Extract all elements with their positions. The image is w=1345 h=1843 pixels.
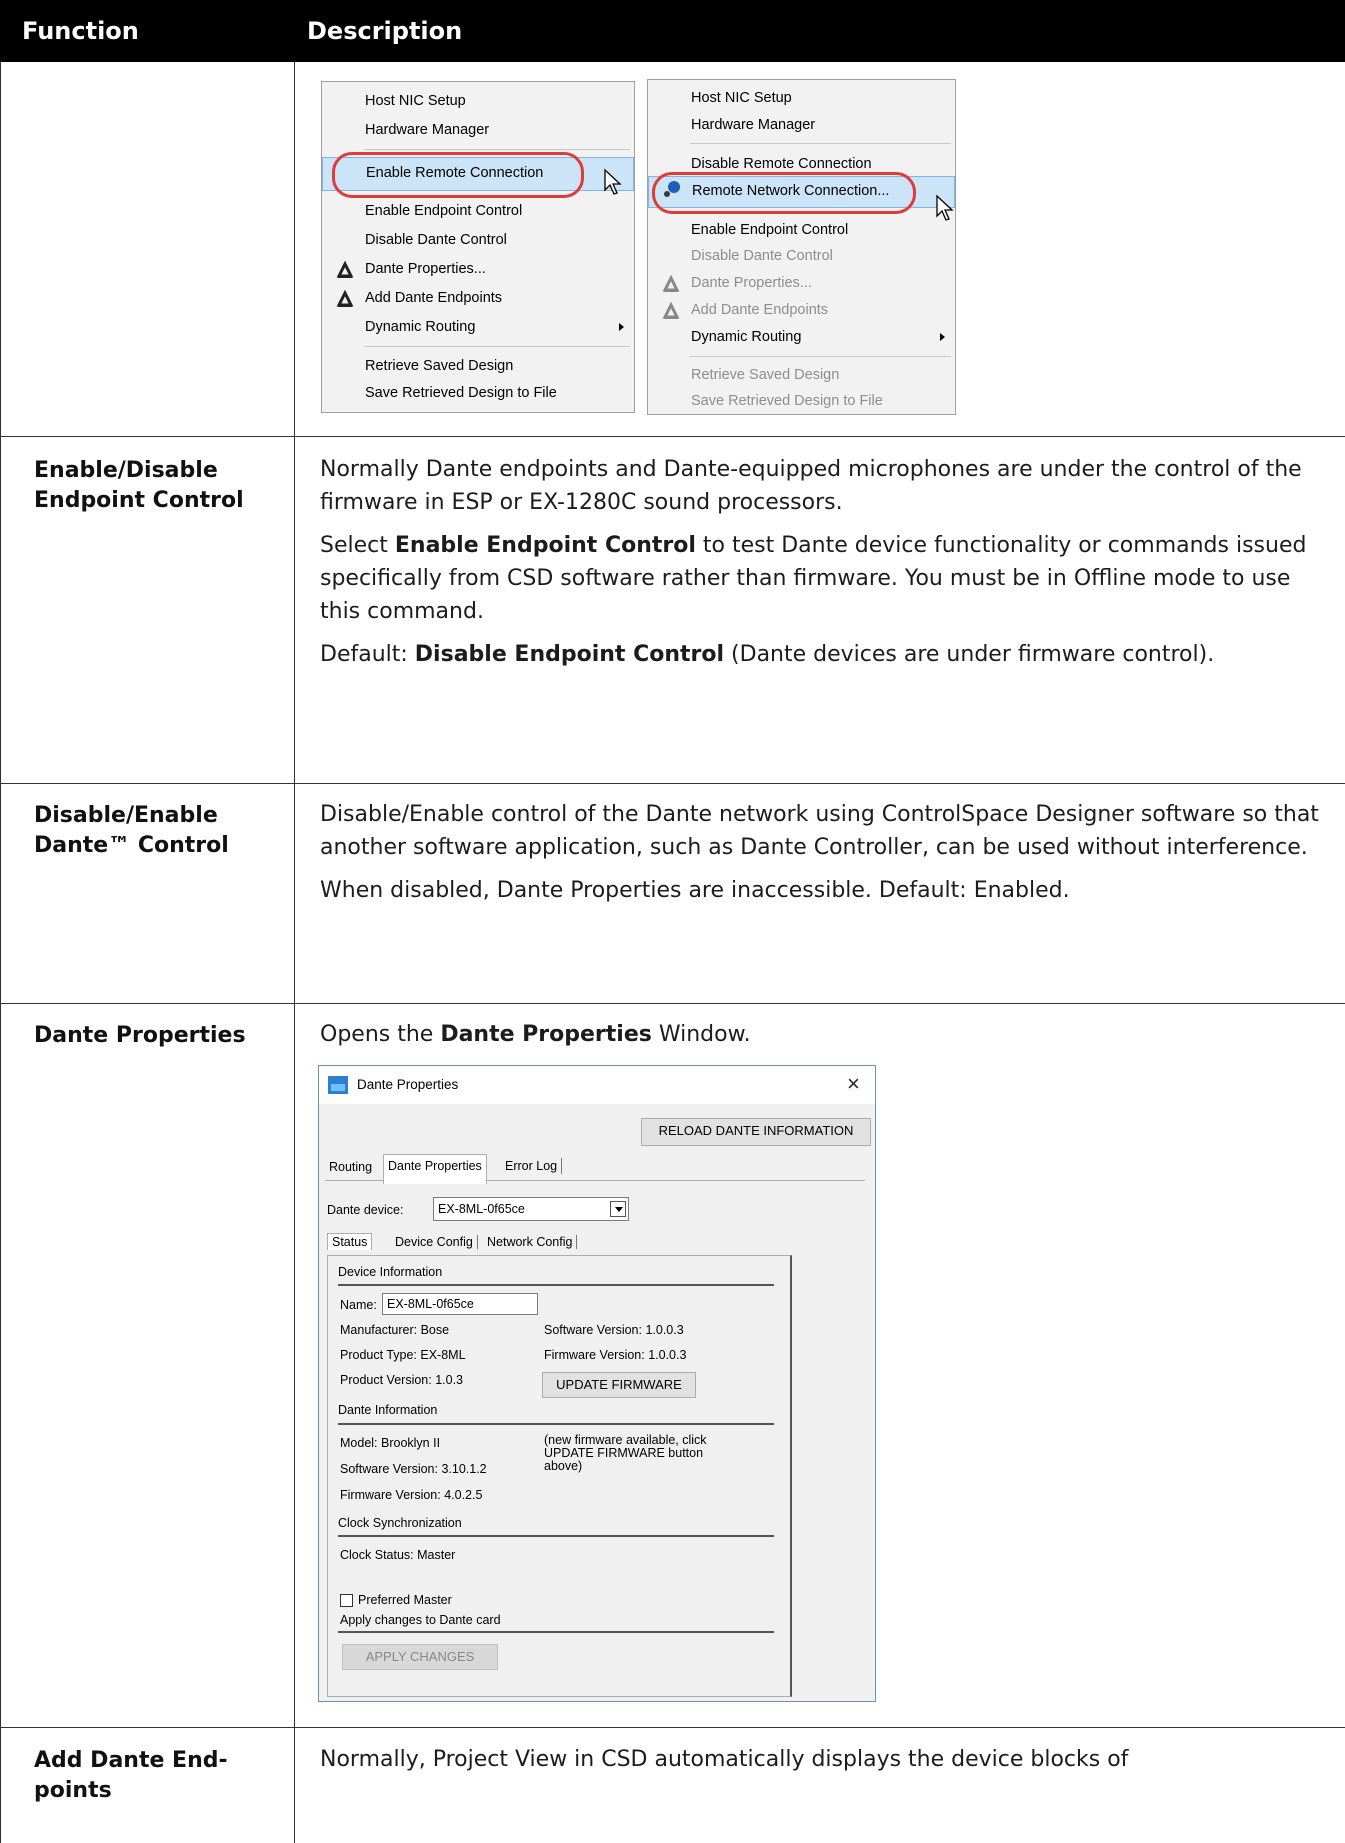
highlight-ring (652, 172, 916, 214)
dante-software-version-text: Software Version: 3.10.1.2 (340, 1462, 487, 1476)
menu-item-dynamic-routing[interactable]: Dynamic Routing (322, 315, 634, 341)
context-menu-disable: Host NIC Setup Hardware Manager Disable … (647, 79, 956, 415)
description-paragraph: Normally, Project View in CSD automatica… (320, 1747, 1129, 1772)
row-divider (0, 783, 1345, 784)
menu-item-dynamic-routing[interactable]: Dynamic Routing (648, 325, 955, 351)
dante-device-label: Dante device: (327, 1203, 404, 1217)
app-icon (328, 1076, 348, 1094)
header-function: Function (22, 17, 139, 45)
header-description: Description (307, 17, 463, 45)
status-panel: Device Information Name: EX-8ML-0f65ce M… (327, 1255, 792, 1697)
menu-item-dante-properties: Dante Properties... (648, 271, 955, 297)
preferred-master-label: Preferred Master (358, 1593, 452, 1607)
firmware-version-text: Firmware Version: 1.0.0.3 (544, 1348, 687, 1362)
tab-error-log[interactable]: Error Log (501, 1158, 563, 1174)
dante-icon (336, 290, 354, 307)
manufacturer-text: Manufacturer: Bose (340, 1323, 450, 1337)
apply-changes-heading: Apply changes to Dante card (340, 1613, 501, 1627)
tab-network-config[interactable]: Network Config (483, 1235, 578, 1249)
subtab-bar: Status Device Config Network Config (325, 1229, 865, 1255)
highlight-ring (332, 152, 584, 198)
software-version-text: Software Version: 1.0.0.3 (544, 1323, 684, 1337)
description-paragraph: Select Enable Endpoint Control to test D… (320, 533, 1307, 624)
chevron-down-icon[interactable] (610, 1201, 626, 1217)
description-paragraph: When disabled, Dante Properties are inac… (320, 878, 1070, 903)
menu-item-hardware-manager[interactable]: Hardware Manager (648, 113, 955, 139)
menu-item-hardware-manager[interactable]: Hardware Manager (322, 118, 634, 144)
menu-item-save-retrieved-design[interactable]: Save Retrieved Design to File (322, 381, 634, 407)
apply-changes-button[interactable]: APPLY CHANGES (342, 1644, 498, 1670)
menu-item-enable-endpoint-control[interactable]: Enable Endpoint Control (648, 218, 955, 244)
submenu-arrow-icon (940, 333, 945, 341)
firmware-note: (new firmware available, click UPDATE FI… (544, 1433, 707, 1473)
dante-information-heading: Dante Information (338, 1403, 438, 1417)
device-information-heading: Device Information (338, 1265, 443, 1279)
menu-item-host-nic-setup[interactable]: Host NIC Setup (648, 86, 955, 112)
menu-item-enable-endpoint-control[interactable]: Enable Endpoint Control (322, 199, 634, 225)
function-label: Dante Properties (34, 1023, 246, 1048)
table-header: Function Description (0, 0, 1345, 62)
column-divider (294, 62, 295, 1843)
tab-status[interactable]: Status (327, 1233, 373, 1250)
close-icon[interactable]: × (847, 1071, 860, 1097)
clock-sync-heading: Clock Synchronization (338, 1516, 462, 1530)
menu-item-disable-dante-control[interactable]: Disable Dante Control (322, 228, 634, 254)
dialog-title: Dante Properties (357, 1077, 459, 1092)
description-paragraph: Opens the Dante Properties Window. (320, 1022, 751, 1047)
description-paragraph: Default: Disable Endpoint Control (Dante… (320, 642, 1215, 667)
menu-item-retrieve-saved-design: Retrieve Saved Design (691, 367, 840, 383)
row-divider (0, 1727, 1345, 1728)
reload-dante-information-button[interactable]: RELOAD DANTE INFORMATION (641, 1118, 871, 1146)
description-cell: Normally Dante endpoints and Dante-equip… (320, 453, 1330, 681)
menu-separator (690, 143, 951, 144)
preferred-master-checkbox[interactable] (340, 1594, 353, 1607)
dante-icon (336, 261, 354, 278)
menu-item-host-nic-setup[interactable]: Host NIC Setup (322, 89, 634, 115)
menu-item-add-dante-endpoints: Add Dante Endpoints (648, 298, 955, 324)
name-field[interactable]: EX-8ML-0f65ce (382, 1293, 538, 1315)
description-paragraph: Normally Dante endpoints and Dante-equip… (320, 457, 1302, 515)
clock-status-text: Clock Status: Master (340, 1548, 456, 1562)
dante-device-select[interactable]: EX-8ML-0f65ce (433, 1197, 629, 1221)
description-cell: Disable/Enable control of the Dante netw… (320, 798, 1330, 917)
row-divider (0, 1003, 1345, 1004)
function-label: Add Dante End­points (34, 1748, 228, 1803)
model-text: Model: Brooklyn II (340, 1436, 441, 1450)
description-paragraph: Disable/Enable control of the Dante netw… (320, 802, 1319, 860)
dante-properties-dialog: Dante Properties × RELOAD DANTE INFORMAT… (318, 1065, 876, 1702)
function-label: Disable/Enable Dante™ Control (34, 803, 229, 858)
menu-item-dante-properties[interactable]: Dante Properties... (322, 257, 634, 283)
submenu-arrow-icon (619, 323, 624, 331)
tab-device-config[interactable]: Device Config (391, 1235, 478, 1249)
function-label: Enable/Disable Endpoint Control (34, 458, 244, 513)
dante-icon (662, 302, 680, 319)
tab-dante-properties[interactable]: Dante Properties (383, 1154, 487, 1184)
dante-icon (662, 275, 680, 292)
menu-separator (364, 149, 630, 150)
tab-bar: Routing Dante Properties Error Log (325, 1154, 865, 1184)
dante-firmware-version-text: Firmware Version: 4.0.2.5 (340, 1488, 483, 1502)
context-menu-enable: Host NIC Setup Hardware Manager Enable R… (321, 81, 635, 413)
menu-item-save-retrieved-design: Save Retrieved Design to File (691, 393, 883, 409)
title-bar: Dante Properties × (319, 1066, 875, 1104)
description-cell: Opens the Dante Properties Window. (320, 1018, 1330, 1061)
menu-item-retrieve-saved-design[interactable]: Retrieve Saved Design (322, 354, 634, 380)
row-divider (0, 436, 1345, 437)
product-type-text: Product Type: EX-8ML (340, 1348, 466, 1362)
update-firmware-button[interactable]: UPDATE FIRMWARE (542, 1372, 696, 1398)
description-cell: Normally, Project View in CSD automatica… (320, 1743, 1330, 1786)
name-label: Name: (340, 1298, 377, 1312)
menu-separator (364, 346, 630, 347)
tab-routing[interactable]: Routing (329, 1160, 372, 1174)
menu-item-disable-dante-control: Disable Dante Control (691, 248, 833, 264)
menu-item-add-dante-endpoints[interactable]: Add Dante Endpoints (322, 286, 634, 312)
product-version-text: Product Version: 1.0.3 (340, 1373, 463, 1387)
cursor-icon (604, 168, 622, 195)
table-border-left (0, 62, 1, 1843)
menu-separator (690, 356, 951, 357)
